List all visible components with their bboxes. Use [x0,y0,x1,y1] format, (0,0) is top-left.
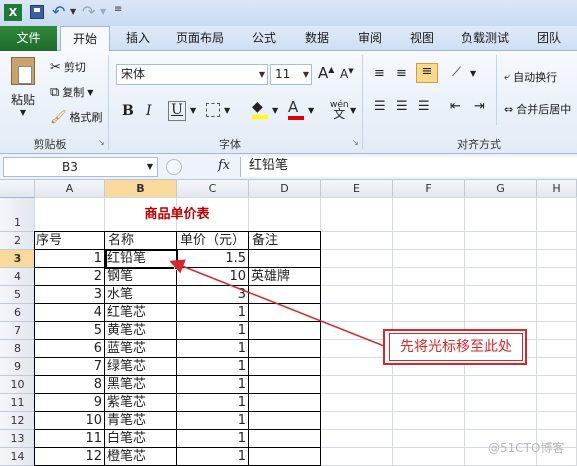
annotation-callout: 先将光标移至此处 [383,329,527,365]
annotation-text: 先将光标移至此处 [389,333,523,361]
annotation-arrow [169,259,385,347]
watermark: @51CTO博客 [488,441,565,455]
